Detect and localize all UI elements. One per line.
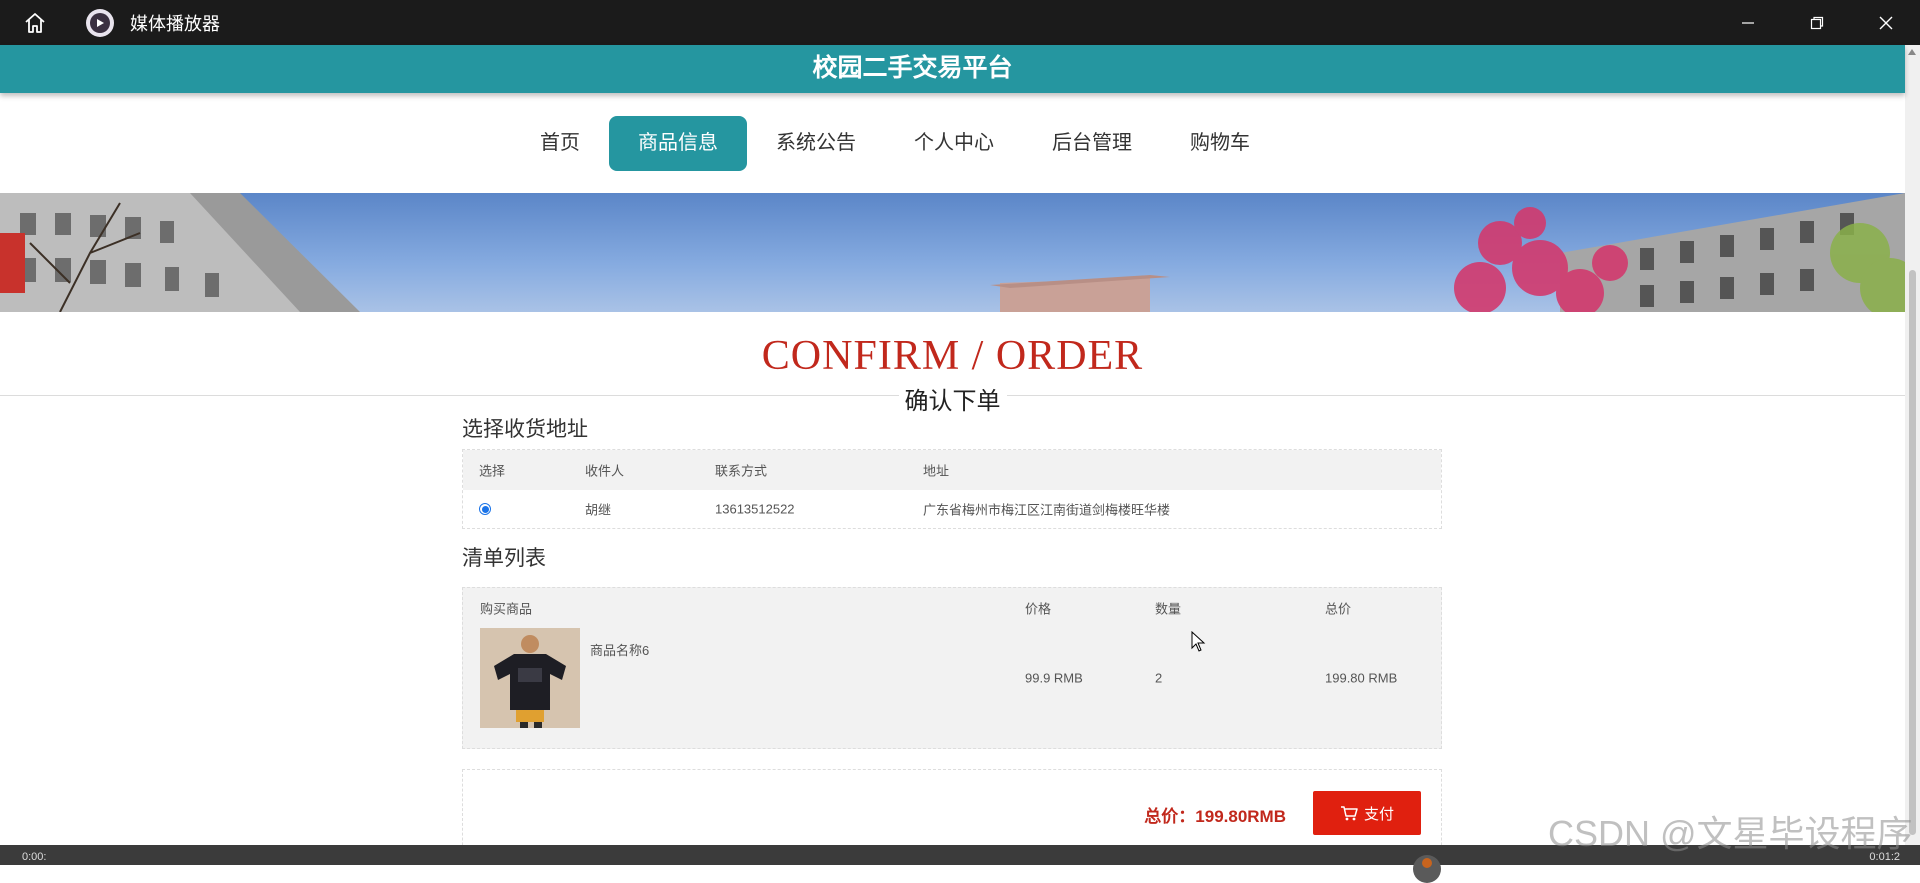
cart-table-header: 购买商品 价格 数量 总价 (463, 588, 1441, 628)
restore-button[interactable] (1782, 0, 1851, 45)
pay-button[interactable]: 支付 (1313, 791, 1421, 835)
window-titlebar: 媒体播放器 (0, 0, 1920, 45)
window-title: 媒体播放器 (130, 13, 220, 34)
address-section-title: 选择收货地址 (462, 418, 588, 441)
address-header-address: 地址 (923, 463, 950, 479)
home-icon[interactable] (22, 10, 48, 36)
cart-header-quantity: 数量 (1155, 601, 1182, 617)
close-button[interactable] (1851, 0, 1920, 45)
page-scrollbar[interactable] (1905, 45, 1920, 845)
nav-item-home[interactable]: 首页 (511, 116, 609, 171)
address-table-header: 选择 收件人 联系方式 地址 (463, 450, 1441, 490)
site-title: 校园二手交易平台 (812, 54, 1013, 82)
cart-header-price: 价格 (1025, 601, 1052, 617)
cart-header-total: 总价 (1325, 601, 1352, 617)
nav-item-personal-center[interactable]: 个人中心 (885, 116, 1023, 171)
recipient-name: 胡继 (585, 502, 612, 518)
order-total: 总价：199.80RMB (1144, 807, 1286, 826)
page-title-en: CONFIRM / ORDER (761, 333, 1144, 379)
minimize-button[interactable] (1713, 0, 1782, 45)
product-name: 商品名称6 (590, 643, 650, 658)
mouse-cursor-icon (1191, 630, 1207, 658)
page-title-cn-wrap: 确认下单 (0, 381, 1905, 416)
address-header-contact: 联系方式 (715, 463, 768, 479)
restore-icon (1810, 16, 1823, 29)
radio-selected-dot (481, 505, 489, 513)
nav-item-cart[interactable]: 购物车 (1161, 116, 1279, 171)
table-row[interactable]: 胡继 13613512522 广东省梅州市梅江区江南街道剑梅楼旺华楼 (463, 490, 1441, 528)
cart-table: 购买商品 价格 数量 总价 商品名称6 99.9 RMB 2 199.80 RM… (462, 587, 1442, 749)
pay-button-label: 支付 (1363, 805, 1394, 823)
address-header-recipient: 收件人 (585, 463, 625, 479)
nav-item-announcements[interactable]: 系统公告 (747, 116, 885, 171)
main-nav: 首页 商品信息 系统公告 个人中心 后台管理 购物车 (0, 116, 1905, 171)
product-photo-illustration (480, 628, 580, 728)
campus-banner-image (0, 193, 1905, 312)
elapsed-time: 0:00: (22, 851, 47, 863)
recipient-phone: 13613512522 (715, 501, 795, 517)
address-header-select: 选择 (479, 463, 506, 479)
scrollbar-thumb[interactable] (1909, 270, 1916, 835)
product-image[interactable] (480, 628, 580, 728)
nav-item-admin[interactable]: 后台管理 (1023, 116, 1161, 171)
table-row: 商品名称6 99.9 RMB 2 199.80 RMB (463, 628, 1441, 748)
seek-handle[interactable] (1413, 855, 1441, 883)
cart-header-product: 购买商品 (480, 601, 533, 617)
nav-item-products[interactable]: 商品信息 (609, 116, 747, 171)
campus-banner-illustration (0, 193, 1905, 312)
csdn-watermark: CSDN @文星毕设程序 (1548, 813, 1913, 854)
media-player-app-icon (86, 8, 114, 37)
address-table: 选择 收件人 联系方式 地址 胡继 13613512522 广东省梅州市梅江区江… (462, 449, 1442, 529)
site-header: 校园二手交易平台 (0, 45, 1905, 93)
product-quantity: 2 (1155, 670, 1163, 686)
scroll-up-arrow-icon[interactable] (1908, 49, 1916, 55)
product-price: 99.9 RMB (1025, 670, 1083, 686)
minimize-icon (1741, 21, 1754, 24)
recipient-address: 广东省梅州市梅江区江南街道剑梅楼旺华楼 (923, 502, 1171, 518)
cart-section-title: 清单列表 (462, 547, 546, 570)
product-total: 199.80 RMB (1325, 670, 1398, 686)
address-radio[interactable] (479, 503, 491, 515)
close-icon (1879, 16, 1892, 29)
cart-icon (1340, 806, 1358, 821)
page-title-cn: 确认下单 (898, 388, 1007, 415)
